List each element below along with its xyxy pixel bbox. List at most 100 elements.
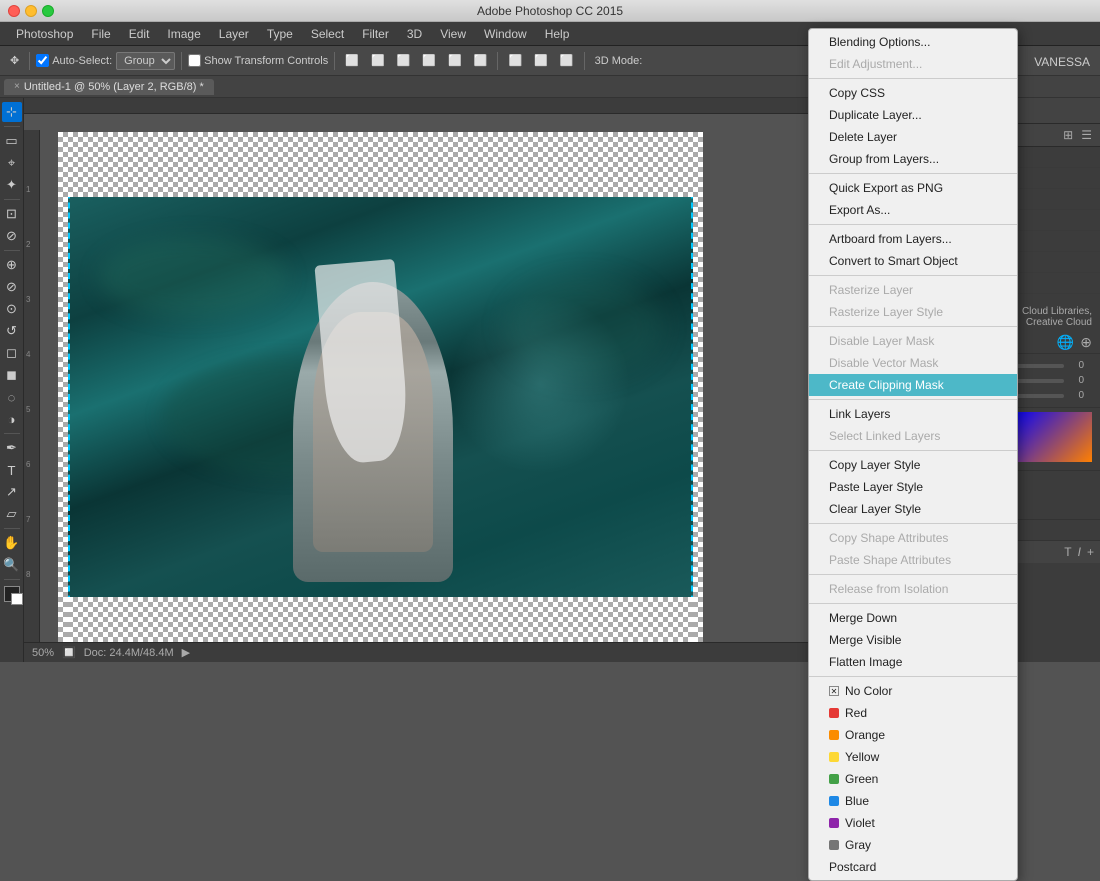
menu-photoshop[interactable]: Photoshop xyxy=(8,25,81,43)
distribute-center-btn[interactable]: ⬜ xyxy=(530,52,552,69)
toolbar-sep-1 xyxy=(29,52,30,70)
menu-help[interactable]: Help xyxy=(537,25,578,43)
minimize-button[interactable] xyxy=(25,5,37,17)
orange-swatch xyxy=(829,730,839,740)
ctx-convert-smart-object[interactable]: Convert to Smart Object xyxy=(809,250,1017,272)
magic-wand-tool[interactable]: ✦ xyxy=(2,175,22,195)
menu-window[interactable]: Window xyxy=(476,25,535,43)
ctx-gray[interactable]: Gray xyxy=(809,834,1017,856)
ctx-blue[interactable]: Blue xyxy=(809,790,1017,812)
close-tab-btn[interactable]: × xyxy=(14,81,20,92)
auto-select-dropdown[interactable]: Group xyxy=(116,52,175,70)
canvas-viewport[interactable] xyxy=(40,114,870,642)
add-icon[interactable]: ⊕ xyxy=(1080,334,1092,351)
ctx-copy-layer-style[interactable]: Copy Layer Style xyxy=(809,454,1017,476)
menu-image[interactable]: Image xyxy=(159,25,208,43)
globe-icon[interactable]: 🌐 xyxy=(1057,334,1074,351)
align-bottom-btn[interactable]: ⬜ xyxy=(470,52,492,69)
menu-filter[interactable]: Filter xyxy=(354,25,397,43)
align-right-btn[interactable]: ⬜ xyxy=(393,52,415,69)
menu-file[interactable]: File xyxy=(83,25,118,43)
context-menu: Blending Options... Edit Adjustment... C… xyxy=(808,28,1018,881)
ctx-duplicate-layer[interactable]: Duplicate Layer... xyxy=(809,104,1017,126)
ctx-copy-css[interactable]: Copy CSS xyxy=(809,82,1017,104)
italic-icon[interactable]: I xyxy=(1078,545,1081,559)
heal-tool[interactable]: ⊕ xyxy=(2,255,22,275)
ctx-delete-layer[interactable]: Delete Layer xyxy=(809,126,1017,148)
select-lasso-tool[interactable]: ⌖ xyxy=(2,153,22,173)
type-icon[interactable]: T xyxy=(1064,545,1071,559)
align-left-btn[interactable]: ⬜ xyxy=(341,52,363,69)
menu-3d[interactable]: 3D xyxy=(399,25,430,43)
distribute-right-btn[interactable]: ⬜ xyxy=(556,52,578,69)
menu-edit[interactable]: Edit xyxy=(121,25,158,43)
history-brush-tool[interactable]: ↺ xyxy=(2,321,22,341)
panel-add-btn[interactable]: + xyxy=(1087,545,1094,559)
ctx-artboard-from-layers[interactable]: Artboard from Layers... xyxy=(809,228,1017,250)
ctx-green[interactable]: Green xyxy=(809,768,1017,790)
ctx-quick-export[interactable]: Quick Export as PNG xyxy=(809,177,1017,199)
move-tool[interactable]: ⊹ xyxy=(2,102,22,122)
dodge-tool[interactable]: ◑ xyxy=(2,409,22,429)
ctx-clear-layer-style[interactable]: Clear Layer Style xyxy=(809,498,1017,520)
ctx-paste-layer-style[interactable]: Paste Layer Style xyxy=(809,476,1017,498)
align-middle-btn[interactable]: ⬜ xyxy=(444,52,466,69)
ctx-group-from-layers[interactable]: Group from Layers... xyxy=(809,148,1017,170)
ctx-rasterize-layer: Rasterize Layer xyxy=(809,279,1017,301)
panel-grid-btn[interactable]: ⊞ xyxy=(1061,126,1075,144)
shape-tool[interactable]: ▱ xyxy=(2,504,22,524)
ctx-merge-down[interactable]: Merge Down xyxy=(809,607,1017,629)
text-tool[interactable]: T xyxy=(2,460,22,480)
crop-tool[interactable]: ⊡ xyxy=(2,204,22,224)
gradient-tool[interactable]: ◼ xyxy=(2,365,22,385)
doc-tab[interactable]: × Untitled-1 @ 50% (Layer 2, RGB/8) * xyxy=(4,79,214,95)
ctx-link-layers[interactable]: Link Layers xyxy=(809,403,1017,425)
menu-layer[interactable]: Layer xyxy=(211,25,257,43)
blur-tool[interactable]: ◌ xyxy=(2,387,22,407)
ctx-red[interactable]: Red xyxy=(809,702,1017,724)
select-rect-tool[interactable]: ▭ xyxy=(2,131,22,151)
ctx-postcard[interactable]: Postcard xyxy=(809,856,1017,878)
brush-tool[interactable]: ⊘ xyxy=(2,277,22,297)
eraser-tool[interactable]: ◻ xyxy=(2,343,22,363)
ctx-yellow[interactable]: Yellow xyxy=(809,746,1017,768)
ctx-sep-4 xyxy=(809,275,1017,276)
ctx-create-clipping-mask[interactable]: Create Clipping Mask xyxy=(809,374,1017,396)
ctx-copy-shape-attributes: Copy Shape Attributes xyxy=(809,527,1017,549)
close-button[interactable] xyxy=(8,5,20,17)
distribute-left-btn[interactable]: ⬜ xyxy=(504,52,526,69)
ctx-sep-10 xyxy=(809,603,1017,604)
background-color[interactable] xyxy=(11,593,23,605)
violet-swatch xyxy=(829,818,839,828)
show-transform-checkbox[interactable]: Show Transform Controls xyxy=(188,54,328,67)
canvas-image xyxy=(68,142,693,642)
menu-type[interactable]: Type xyxy=(259,25,301,43)
panel-list-btn[interactable]: ☰ xyxy=(1079,126,1094,144)
hand-tool[interactable]: ✋ xyxy=(2,533,22,553)
ctx-orange[interactable]: Orange xyxy=(809,724,1017,746)
align-top-btn[interactable]: ⬜ xyxy=(418,52,440,69)
ctx-sep-1 xyxy=(809,78,1017,79)
align-center-btn[interactable]: ⬜ xyxy=(367,52,389,69)
ctx-no-color[interactable]: ✕No Color xyxy=(809,680,1017,702)
ctx-blending-options[interactable]: Blending Options... xyxy=(809,31,1017,53)
ctx-violet[interactable]: Violet xyxy=(809,812,1017,834)
menu-view[interactable]: View xyxy=(432,25,474,43)
eyedropper-tool[interactable]: ⊘ xyxy=(2,226,22,246)
ctx-export-as[interactable]: Export As... xyxy=(809,199,1017,221)
maximize-button[interactable] xyxy=(42,5,54,17)
clone-tool[interactable]: ⊙ xyxy=(2,299,22,319)
menu-select[interactable]: Select xyxy=(303,25,352,43)
show-transform-label: Show Transform Controls xyxy=(204,55,328,67)
auto-select-checkbox[interactable]: Auto-Select: xyxy=(36,54,112,67)
zoom-tool[interactable]: 🔍 xyxy=(2,555,22,575)
ctx-merge-visible[interactable]: Merge Visible xyxy=(809,629,1017,651)
tool-sep-2 xyxy=(4,199,20,200)
path-select-tool[interactable]: ↗ xyxy=(2,482,22,502)
ctx-flatten-image[interactable]: Flatten Image xyxy=(809,651,1017,673)
foreground-color[interactable] xyxy=(4,586,20,602)
canvas-area[interactable]: 1 2 3 4 5 6 7 8 9 10 1 2 3 4 5 6 7 xyxy=(24,98,870,662)
user-name: VANESSA xyxy=(1034,55,1090,69)
pen-tool[interactable]: ✒ xyxy=(2,438,22,458)
move-tool-btn[interactable]: ✥ xyxy=(6,52,23,69)
